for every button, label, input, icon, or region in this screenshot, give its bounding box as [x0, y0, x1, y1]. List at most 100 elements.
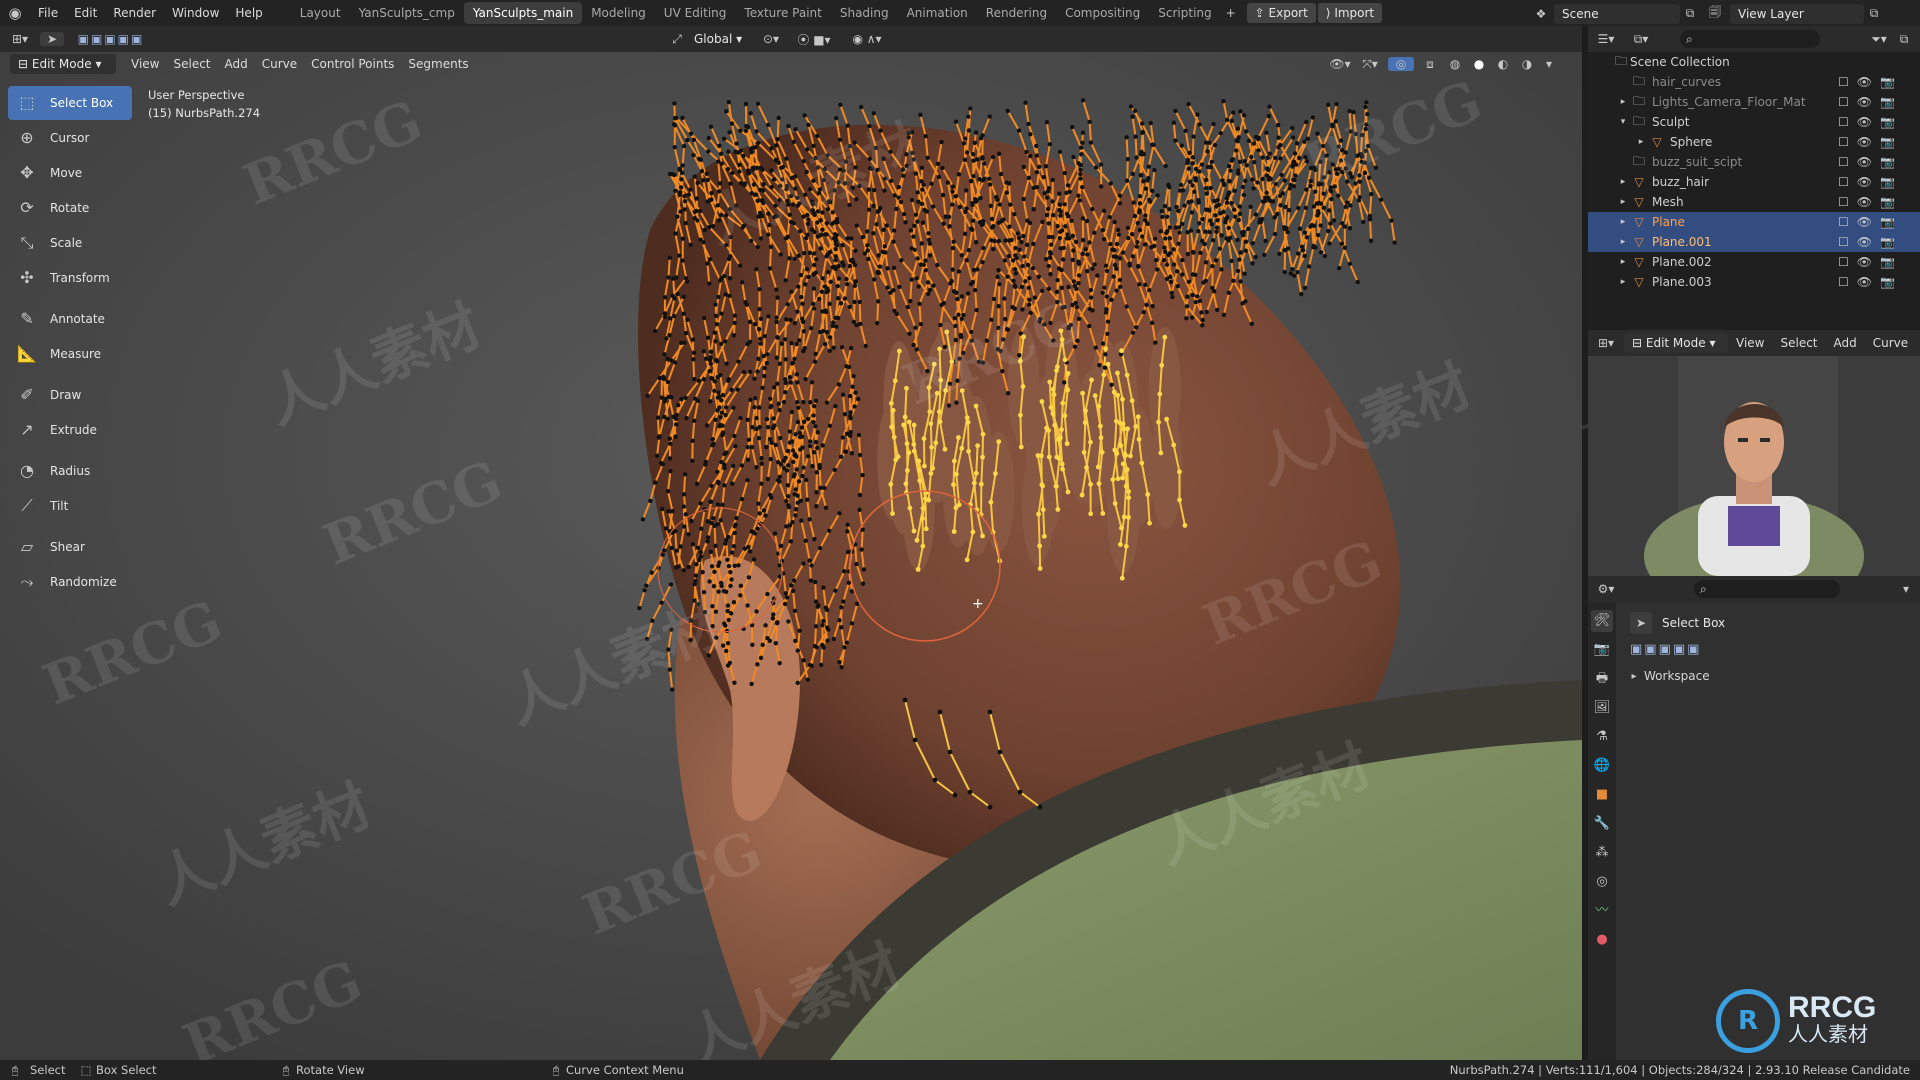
render-camera-icon[interactable]: 📷 [1880, 135, 1895, 149]
exclude-checkbox-icon[interactable]: ☐ [1838, 95, 1849, 109]
workspace-tab-layout[interactable]: Layout [291, 2, 350, 24]
expand-toggle-icon[interactable]: ▸ [1616, 217, 1630, 227]
workspace-tab-animation[interactable]: Animation [898, 2, 977, 24]
visibility-eye-icon[interactable]: 👁 [1857, 215, 1872, 229]
tool-shear[interactable]: ▱ Shear [8, 530, 132, 564]
shading-wire-icon[interactable]: ◍ [1446, 57, 1464, 71]
proportional-edit-icon[interactable]: ◉ ∧▾ [842, 32, 892, 46]
tool-annotate[interactable]: ✎ Annotate [8, 302, 132, 336]
workspace-tab-uv-editing[interactable]: UV Editing [655, 2, 736, 24]
properties-editor-icon[interactable]: ⚙▾ [1588, 582, 1624, 596]
workspace-tab-texture-paint[interactable]: Texture Paint [735, 2, 830, 24]
data-properties-icon[interactable]: 〰 [1591, 900, 1613, 922]
expand-toggle-icon[interactable]: ▸ [1616, 257, 1630, 267]
expand-toggle-icon[interactable]: ▾ [1616, 117, 1630, 127]
render-camera-icon[interactable]: 📷 [1880, 155, 1895, 169]
menu-window[interactable]: Window [164, 0, 227, 26]
properties-options-icon[interactable]: ▾ [1898, 582, 1914, 596]
editor-menu-add[interactable]: Add [218, 51, 255, 77]
outliner-row[interactable]: ▸ ▽ Plane.003 ☐ 👁 📷 [1588, 272, 1920, 292]
workspace-panel[interactable]: ▸ Workspace [1616, 657, 1920, 683]
editor-menu-view[interactable]: View [124, 51, 166, 77]
overlay-icon[interactable]: ◎ [1388, 57, 1414, 71]
scene-collection-row[interactable]: 🗀 Scene Collection [1588, 52, 1920, 72]
preview-mode-dropdown[interactable]: ⊟ Edit Mode ▾ [1624, 333, 1728, 353]
menu-edit[interactable]: Edit [66, 0, 105, 26]
visibility-eye-icon[interactable]: 👁 [1857, 135, 1872, 149]
editor-menu-curve[interactable]: Curve [255, 51, 304, 77]
workspace-tab-rendering[interactable]: Rendering [977, 2, 1056, 24]
outliner-row[interactable]: ▸ ▽ Sphere ☐ 👁 📷 [1588, 132, 1920, 152]
new-collection-icon[interactable]: ⧉ [1894, 32, 1914, 47]
workspace-tab-modeling[interactable]: Modeling [582, 2, 655, 24]
output-properties-icon[interactable]: 🖶 [1591, 668, 1613, 690]
render-camera-icon[interactable]: 📷 [1880, 175, 1895, 189]
outliner-row[interactable]: 🗀 hair_curves ☐ 👁 📷 [1588, 72, 1920, 92]
scene-selector[interactable]: Scene [1554, 3, 1680, 24]
exclude-checkbox-icon[interactable]: ☐ [1838, 175, 1849, 189]
new-view-layer-icon[interactable]: ⧉ [1864, 6, 1884, 21]
preview-menu-view[interactable]: View [1728, 330, 1772, 356]
snap-icon[interactable]: ⦿ ■▾ [786, 31, 842, 48]
outliner-search-input[interactable]: ⌕ [1680, 30, 1820, 48]
scene-properties-icon[interactable]: ⚗ [1591, 726, 1613, 748]
object-properties-icon[interactable]: ■ [1591, 784, 1613, 806]
exclude-checkbox-icon[interactable]: ☐ [1838, 255, 1849, 269]
selection-mode-buttons[interactable]: ▣▣▣▣▣ [1630, 642, 1920, 657]
shading-solid-icon[interactable]: ● [1470, 57, 1488, 71]
render-camera-icon[interactable]: 📷 [1880, 115, 1895, 129]
view-layer-icon[interactable]: 🗐 [1700, 3, 1730, 24]
tool-extrude[interactable]: ↗ Extrude [8, 413, 132, 447]
character-preview[interactable] [1588, 356, 1920, 576]
menu-help[interactable]: Help [227, 0, 270, 26]
workspace-tab-yansculpts-main[interactable]: YanSculpts_main [463, 2, 583, 24]
gizmo-icon[interactable]: ⤧▾ [1358, 57, 1382, 72]
workspace-tab-shading[interactable]: Shading [831, 2, 898, 24]
properties-search-input[interactable]: ⌕ [1694, 580, 1840, 598]
expand-toggle-icon[interactable]: ▸ [1616, 97, 1630, 107]
editor-menu-control-points[interactable]: Control Points [304, 51, 401, 77]
visibility-eye-icon[interactable]: 👁 [1857, 275, 1872, 289]
import-button[interactable]: ⟩ Import [1317, 3, 1383, 23]
exclude-checkbox-icon[interactable]: ☐ [1838, 275, 1849, 289]
render-camera-icon[interactable]: 📷 [1880, 95, 1895, 109]
tool-rotate[interactable]: ⟳ Rotate [8, 191, 132, 225]
view-layer-properties-icon[interactable]: 🖼 [1591, 697, 1613, 719]
visibility-eye-icon[interactable]: 👁 [1857, 235, 1872, 249]
3d-viewport[interactable]: + [0, 52, 1582, 1060]
editor-menu-segments[interactable]: Segments [401, 51, 475, 77]
render-camera-icon[interactable]: 📷 [1880, 75, 1895, 89]
preview-menu-add[interactable]: Add [1826, 330, 1865, 356]
visibility-eye-icon[interactable]: 👁 [1857, 75, 1872, 89]
exclude-checkbox-icon[interactable]: ☐ [1838, 235, 1849, 249]
preview-editor-icon[interactable]: ⊞▾ [1588, 336, 1624, 350]
tool-radius[interactable]: ◔ Radius [8, 454, 132, 488]
outliner-row[interactable]: ▸ ▽ Mesh ☐ 👁 📷 [1588, 192, 1920, 212]
render-camera-icon[interactable]: 📷 [1880, 275, 1895, 289]
outliner-row[interactable]: ▸ ▽ Plane.001 ☐ 👁 📷 [1588, 232, 1920, 252]
selection-modes-icon[interactable]: ▣▣▣▣▣ [64, 32, 158, 46]
visibility-eye-icon[interactable]: 👁 [1857, 195, 1872, 209]
outliner-row[interactable]: 🗀 buzz_suit_scipt ☐ 👁 📷 [1588, 152, 1920, 172]
outliner-row[interactable]: ▾ 🗀 Sculpt ☐ 👁 📷 [1588, 112, 1920, 132]
editor-type-icon[interactable]: ⊞▾ [0, 32, 40, 46]
expand-toggle-icon[interactable]: ▸ [1634, 137, 1648, 147]
tool-move[interactable]: ✥ Move [8, 156, 132, 190]
render-camera-icon[interactable]: 📷 [1880, 235, 1895, 249]
menu-render[interactable]: Render [105, 0, 164, 26]
render-properties-icon[interactable]: 📷 [1591, 639, 1613, 661]
visibility-icon[interactable]: 👁▾ [1328, 57, 1352, 71]
exclude-checkbox-icon[interactable]: ☐ [1838, 115, 1849, 129]
exclude-checkbox-icon[interactable]: ☐ [1838, 195, 1849, 209]
shading-render-icon[interactable]: ◑ [1518, 57, 1536, 71]
xray-icon[interactable]: ⧈ [1420, 57, 1440, 72]
visibility-eye-icon[interactable]: 👁 [1857, 95, 1872, 109]
add-workspace-icon[interactable]: + [1221, 6, 1241, 20]
tool-cursor[interactable]: ⊕ Cursor [8, 121, 132, 155]
blender-logo-icon[interactable]: ◉ [0, 4, 30, 22]
expand-toggle-icon[interactable]: ▸ [1616, 237, 1630, 247]
workspace-tab-scripting[interactable]: Scripting [1149, 2, 1220, 24]
tool-tilt[interactable]: ⟋ Tilt [8, 489, 132, 523]
tool-draw[interactable]: ✐ Draw [8, 378, 132, 412]
render-camera-icon[interactable]: 📷 [1880, 215, 1895, 229]
